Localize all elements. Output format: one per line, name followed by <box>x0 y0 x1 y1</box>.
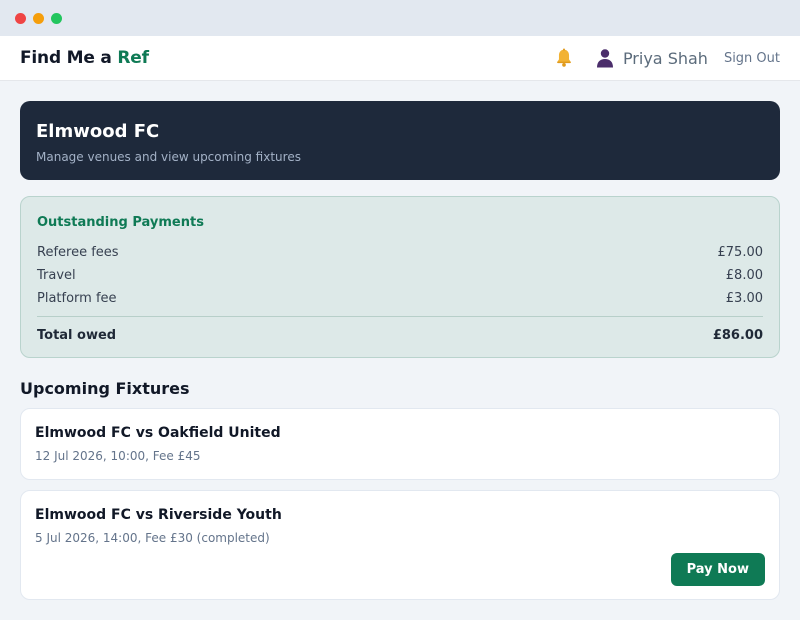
fixture-card[interactable]: Elmwood FC vs Oakfield United 12 Jul 202… <box>20 408 780 480</box>
top-nav: Find Me a Ref Priya Shah Sign Out <box>0 36 800 81</box>
payment-amount: £8.00 <box>725 268 763 283</box>
fixtures-section-title: Upcoming Fixtures <box>20 379 190 398</box>
payment-label: Referee fees <box>37 245 119 260</box>
pay-now-button[interactable]: Pay Now <box>670 553 765 586</box>
brand-main-text: Find Me a <box>20 48 118 68</box>
nav-right: Priya Shah Sign Out <box>553 47 780 69</box>
payment-amount: £3.00 <box>725 291 763 306</box>
bell-icon[interactable] <box>553 47 575 69</box>
brand-accent-text: Ref <box>117 48 149 68</box>
user-menu[interactable]: Priya Shah <box>595 48 708 68</box>
minimize-window-dot[interactable] <box>33 12 44 24</box>
outstanding-payments-card: Outstanding Payments Referee fees £75.00… <box>20 196 780 358</box>
payments-title: Outstanding Payments <box>37 215 204 230</box>
total-label: Total owed <box>37 327 117 343</box>
club-subtitle: Manage venues and view upcoming fixtures <box>36 150 301 164</box>
fixture-meta: 12 Jul 2026, 10:00, Fee £45 <box>35 449 201 463</box>
maximize-window-dot[interactable] <box>51 12 62 24</box>
fixture-title: Elmwood FC vs Riverside Youth <box>35 507 282 523</box>
fixture-card[interactable]: Elmwood FC vs Riverside Youth 5 Jul 2026… <box>20 490 780 600</box>
total-amount: £86.00 <box>712 327 763 343</box>
user-name: Priya Shah <box>622 48 708 68</box>
user-icon <box>595 48 615 68</box>
payment-label: Travel <box>37 268 76 283</box>
payment-row-platform-fee: Platform fee £3.00 <box>37 287 763 310</box>
fixture-actions: Pay Now <box>35 553 765 586</box>
sign-out-link[interactable]: Sign Out <box>724 51 780 66</box>
fixture-title: Elmwood FC vs Oakfield United <box>35 425 281 441</box>
club-header: Elmwood FC Manage venues and view upcomi… <box>20 101 780 180</box>
close-window-dot[interactable] <box>15 12 26 24</box>
payment-total-row: Total owed £86.00 <box>37 325 763 345</box>
fixture-meta: 5 Jul 2026, 14:00, Fee £30 (completed) <box>35 531 270 545</box>
payment-amount: £75.00 <box>717 245 764 260</box>
payment-row-referee-fees: Referee fees £75.00 <box>37 241 763 264</box>
brand-logo[interactable]: Find Me a Ref <box>20 48 149 68</box>
payments-divider <box>37 316 763 317</box>
window-chrome <box>0 0 800 36</box>
main-content: Elmwood FC Manage venues and view upcomi… <box>0 81 800 600</box>
payment-row-travel: Travel £8.00 <box>37 264 763 287</box>
club-title: Elmwood FC <box>36 121 160 142</box>
payment-label: Platform fee <box>37 291 117 306</box>
